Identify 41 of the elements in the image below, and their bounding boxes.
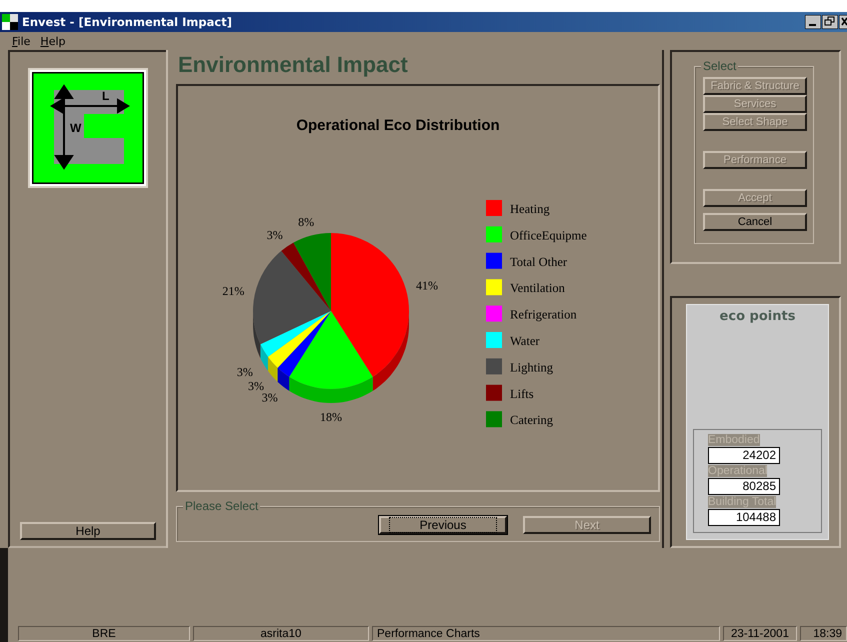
menu-item[interactable]: File xyxy=(12,34,30,48)
data-label: 21% xyxy=(222,284,244,298)
value-field[interactable]: 24202 xyxy=(708,447,780,464)
menu-item[interactable]: Help xyxy=(40,34,66,48)
value-field[interactable]: 104488 xyxy=(708,509,780,526)
nav-button[interactable]: Previous xyxy=(379,516,507,534)
legend-label: Catering xyxy=(510,413,554,428)
eco-points-title: eco points xyxy=(720,308,796,324)
status-cell: 18:39 xyxy=(800,626,847,641)
data-label: 3% xyxy=(266,228,283,242)
minimize-icon[interactable] xyxy=(805,15,821,29)
group-label: Please Select xyxy=(183,499,260,513)
width-label: W xyxy=(70,122,82,134)
window-title: Envest - [Environmental Impact] xyxy=(22,15,232,29)
chart-title: Operational Eco Distribution xyxy=(296,117,500,134)
data-label: 3% xyxy=(262,390,278,405)
status-cell: Performance Charts xyxy=(372,626,720,641)
data-label: 3% xyxy=(236,364,253,379)
data-label: 8% xyxy=(298,214,314,229)
legend-label: Lifts xyxy=(510,386,534,401)
select-button[interactable]: Cancel xyxy=(703,213,807,231)
group-label: Select xyxy=(701,59,738,73)
page-heading: Environmental Impact xyxy=(177,51,409,79)
legend-label: Refrigeration xyxy=(510,308,577,322)
status-cell: 23-11-2001 xyxy=(723,626,797,641)
status-cell: asrita10 xyxy=(193,626,369,641)
length-label: L xyxy=(102,90,110,102)
data-label: 41% xyxy=(416,278,438,292)
value-field[interactable]: 80285 xyxy=(708,478,780,495)
legend-label: Ventilation xyxy=(510,281,565,296)
legend-label: Lighting xyxy=(510,360,554,374)
data-label: 3% xyxy=(248,378,264,393)
legend-label: Heating xyxy=(510,202,550,216)
data-label: 18% xyxy=(320,410,342,424)
legend-label: OfficeEquipme xyxy=(510,228,587,242)
help-button[interactable]: Help xyxy=(20,522,156,540)
legend-label: Total Other xyxy=(510,254,568,269)
legend-label: Water xyxy=(510,334,540,348)
app-icon xyxy=(2,14,18,30)
status-cell: BRE xyxy=(18,626,190,641)
close-icon[interactable] xyxy=(839,15,847,29)
